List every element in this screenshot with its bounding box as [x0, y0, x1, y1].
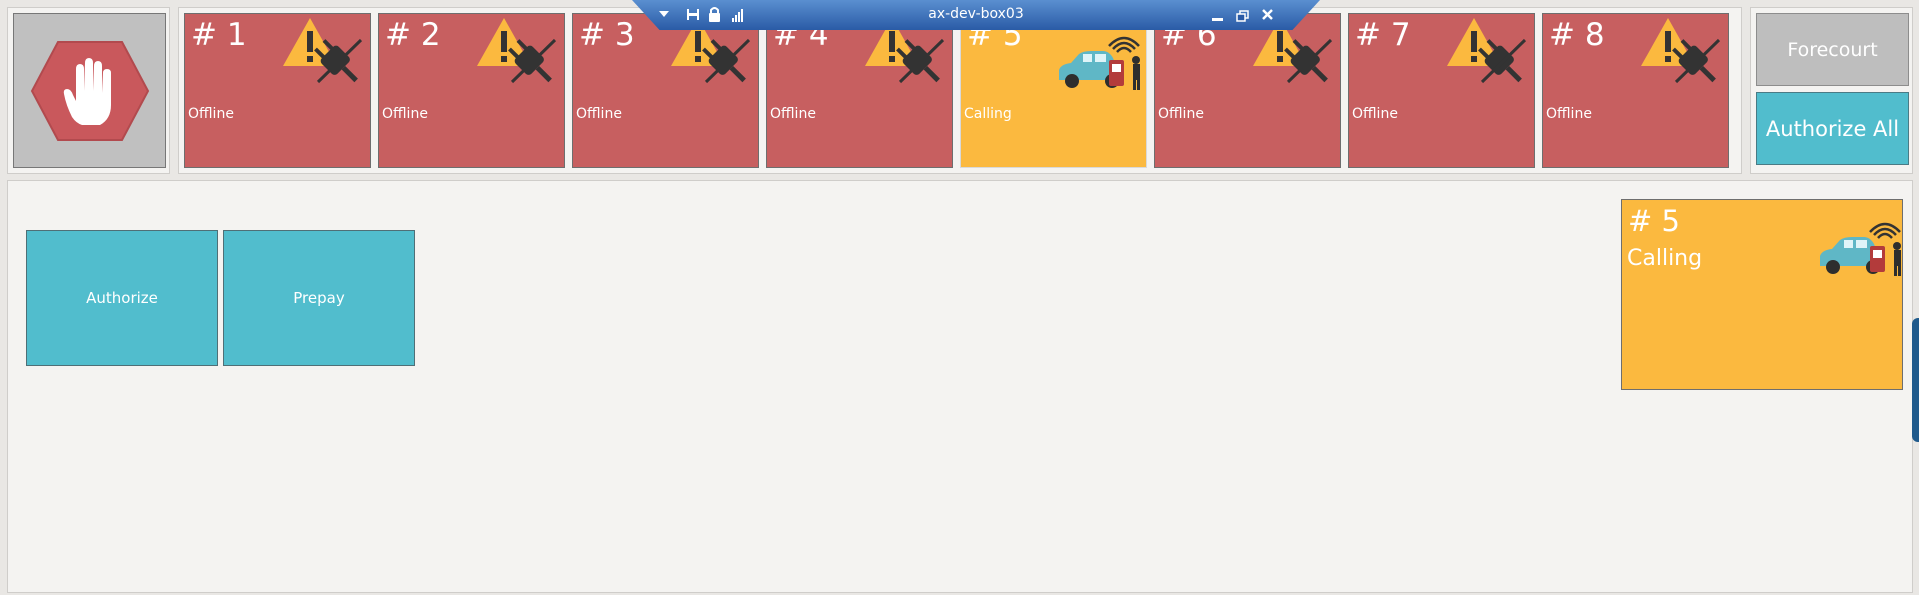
pump-tile-6[interactable]: # 6 Offline: [1154, 13, 1341, 168]
pump-status: Offline: [576, 106, 622, 122]
car-calling-icon: [1818, 220, 1904, 284]
pump-status: Offline: [770, 106, 816, 122]
pump-tile-4[interactable]: # 4 Offline: [766, 13, 953, 168]
pump-tile-3[interactable]: # 3 Offline: [572, 13, 759, 168]
pump-status: Offline: [382, 106, 428, 122]
offline-warning-icon: [475, 16, 561, 96]
pump-number: # 3: [579, 17, 635, 53]
pump-number: # 2: [385, 17, 441, 53]
offline-warning-icon: [1639, 16, 1725, 96]
stop-panel: [7, 7, 170, 174]
close-icon[interactable]: [1262, 9, 1273, 20]
pump-status: Calling: [964, 106, 1012, 122]
minimize-icon[interactable]: [1212, 18, 1223, 21]
emergency-stop-button[interactable]: [13, 13, 166, 168]
authorize-button[interactable]: Authorize: [26, 230, 218, 366]
selected-pump-tile[interactable]: # 5 Calling: [1621, 199, 1903, 390]
pump-number: # 8: [1549, 17, 1605, 53]
car-calling-icon: [1057, 34, 1143, 98]
restore-icon[interactable]: [1236, 10, 1249, 22]
offline-warning-icon: [1445, 16, 1531, 96]
selected-pump-status: Calling: [1627, 246, 1703, 271]
remote-desktop-window-controls: [1212, 9, 1273, 22]
pump-number: # 7: [1355, 17, 1411, 53]
pump-tile-5[interactable]: # 5 Calling: [960, 13, 1147, 168]
pump-actions-panel: Authorize Prepay # 5 Calling: [7, 180, 1913, 593]
pump-status: Offline: [1158, 106, 1204, 122]
pump-status: Offline: [1546, 106, 1592, 122]
pump-tile-1[interactable]: # 1 Offline: [184, 13, 371, 168]
stop-hand-icon: [30, 40, 149, 141]
selected-pump-number: # 5: [1628, 204, 1680, 238]
pump-number: # 1: [191, 17, 247, 53]
forecourt-panel: Forecourt Authorize All: [1750, 7, 1913, 174]
pump-status: Offline: [1352, 106, 1398, 122]
pump-tile-2[interactable]: # 2 Offline: [378, 13, 565, 168]
forecourt-button[interactable]: Forecourt: [1756, 13, 1909, 86]
remote-desktop-bar: ax-dev-box03: [632, 0, 1320, 30]
pump-tile-7[interactable]: # 7 Offline: [1348, 13, 1535, 168]
side-panel-handle[interactable]: [1912, 318, 1919, 442]
pump-status: Offline: [188, 106, 234, 122]
authorize-all-button[interactable]: Authorize All: [1756, 92, 1909, 165]
offline-warning-icon: [281, 16, 367, 96]
pumps-panel: # 1 Offline # 2 Offline # 3 Offline # 4 …: [178, 7, 1742, 174]
pump-tile-8[interactable]: # 8 Offline: [1542, 13, 1729, 168]
prepay-button[interactable]: Prepay: [223, 230, 415, 366]
